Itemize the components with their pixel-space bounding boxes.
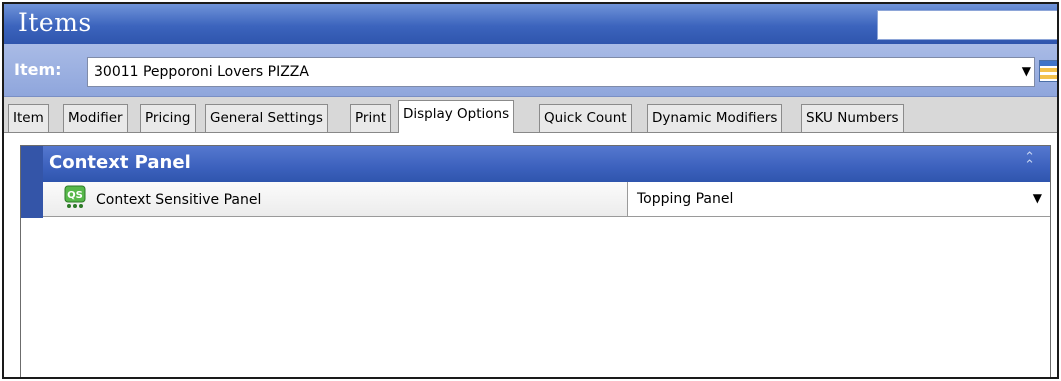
tab-label: Pricing — [145, 110, 191, 126]
tab-item[interactable]: Item — [8, 104, 49, 132]
chevron-down-icon[interactable]: ▼ — [1022, 64, 1031, 78]
panel-body-empty — [21, 218, 1050, 377]
tab-label: Dynamic Modifiers — [652, 110, 778, 126]
qs-icon-text: QS — [67, 190, 83, 201]
tab-label: Display Options — [403, 106, 510, 122]
property-value-dropdown[interactable]: Topping Panel ▼ — [629, 182, 1050, 216]
tab-modifier[interactable]: Modifier — [63, 104, 128, 132]
tab-general-settings[interactable]: General Settings — [205, 104, 328, 132]
tab-pricing[interactable]: Pricing — [140, 104, 196, 132]
table-grid-icon[interactable] — [1039, 60, 1057, 82]
qs-icon: QS — [64, 185, 86, 208]
title-bar: Items — [4, 4, 1057, 44]
context-panel-header[interactable]: Context Panel ⌃ ⌃ — [21, 146, 1050, 218]
panel-title: Context Panel — [49, 152, 191, 173]
double-chevron-up-icon[interactable]: ⌃ ⌃ — [1024, 151, 1035, 172]
window-title: Items — [18, 8, 92, 37]
tab-print[interactable]: Print — [350, 104, 392, 132]
tab-sku-numbers[interactable]: SKU Numbers — [801, 104, 904, 132]
item-dropdown[interactable]: 30011 Pepporoni Lovers PIZZA ▼ — [87, 57, 1035, 87]
chevron-down-icon[interactable]: ▼ — [1033, 191, 1042, 205]
item-label: Item: — [14, 60, 62, 79]
property-label: Context Sensitive Panel — [96, 192, 262, 208]
tab-label: Item — [13, 110, 44, 126]
property-label-cell: QS Context Sensitive Panel — [43, 182, 628, 216]
tab-content: Context Panel ⌃ ⌃ QS Context Sensitive Pa… — [4, 133, 1057, 377]
tab-label: SKU Numbers — [806, 110, 899, 126]
tab-label: Modifier — [68, 110, 123, 126]
tab-label: Print — [355, 110, 387, 126]
tab-strip: Item Modifier Pricing General Settings P… — [4, 97, 1057, 133]
item-selector-bar: Item: 30011 Pepporoni Lovers PIZZA ▼ — [4, 44, 1057, 97]
items-window: Items Item: 30011 Pepporoni Lovers PIZZA… — [2, 2, 1059, 379]
tab-label: Quick Count — [544, 110, 627, 126]
context-panel: Context Panel ⌃ ⌃ QS Context Sensitive Pa… — [20, 145, 1051, 377]
property-row-context-sensitive-panel: QS Context Sensitive Panel Topping Panel… — [43, 182, 1050, 217]
tab-dynamic-modifiers[interactable]: Dynamic Modifiers — [647, 104, 783, 132]
panel-accent-bar — [21, 146, 43, 218]
item-dropdown-value: 30011 Pepporoni Lovers PIZZA — [94, 64, 309, 80]
tab-label: General Settings — [210, 110, 323, 126]
tab-quick-count[interactable]: Quick Count — [539, 104, 632, 132]
tab-display-options[interactable]: Display Options — [398, 100, 515, 133]
title-search-box[interactable] — [877, 10, 1057, 40]
property-value: Topping Panel — [637, 191, 734, 207]
